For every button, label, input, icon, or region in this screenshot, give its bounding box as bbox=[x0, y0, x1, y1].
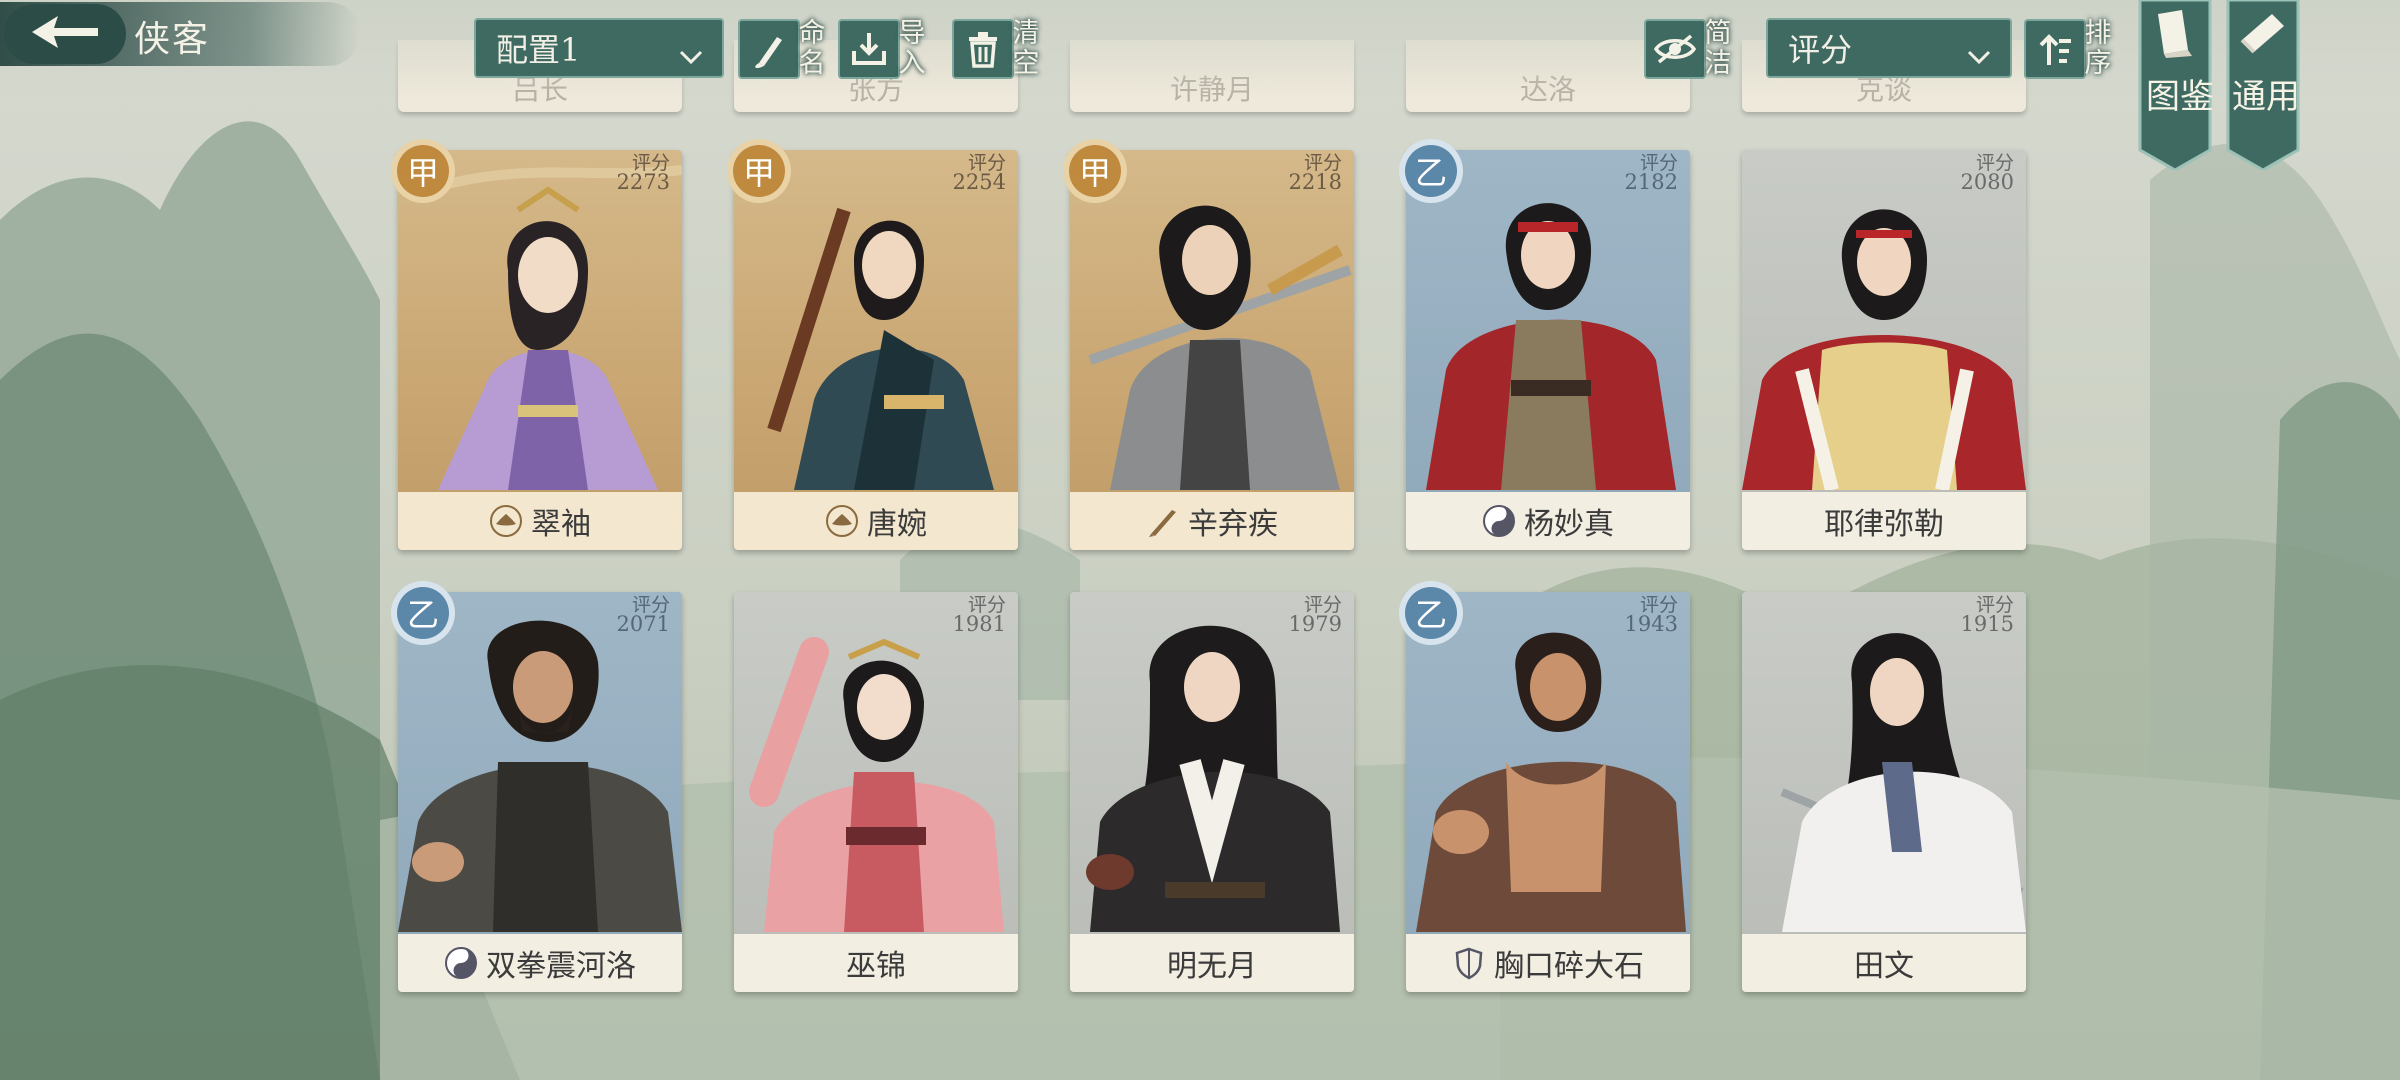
card-score: 评分 2254 bbox=[952, 152, 1006, 194]
brush-icon bbox=[738, 19, 800, 79]
character-card[interactable]: 巫锦 评分 1981 bbox=[734, 592, 1018, 992]
character-card[interactable]: 胸口碎大石 评分 1943 乙 bbox=[1399, 581, 1690, 992]
card-name-bar: 耶律弥勒 bbox=[1742, 492, 2026, 550]
card-name: 胸口碎大石 bbox=[1494, 949, 1644, 984]
card-name-bar: 辛弃疾 bbox=[1070, 492, 1354, 550]
taiji-icon bbox=[444, 946, 478, 980]
card-score: 评分 2182 bbox=[1624, 152, 1678, 194]
card-name-bar: 巫锦 bbox=[734, 934, 1018, 992]
card-score: 评分 1915 bbox=[1960, 594, 2014, 636]
page-title: 侠客 bbox=[134, 19, 211, 60]
card-score: 评分 1943 bbox=[1624, 594, 1678, 636]
character-card[interactable]: 唐婉 评分 2254 甲 bbox=[727, 139, 1018, 550]
simplify-toggle[interactable]: 简洁 bbox=[1644, 18, 1736, 80]
card-name-bar: 翠袖 bbox=[398, 492, 682, 550]
card-frame: 杨妙真 bbox=[1406, 150, 1690, 550]
card-name: 耶律弥勒 bbox=[1824, 507, 1944, 542]
clear-label: 清空 bbox=[1012, 18, 1040, 79]
card-score: 评分 2218 bbox=[1288, 152, 1342, 194]
rename-button[interactable]: 命名 bbox=[738, 18, 830, 80]
chevron-down-icon bbox=[678, 38, 704, 76]
card-frame: 胸口碎大石 bbox=[1406, 592, 1690, 992]
character-card[interactable]: 明无月 评分 1979 bbox=[1070, 592, 1354, 992]
card-score: 评分 1979 bbox=[1288, 594, 1342, 636]
sort-select[interactable]: 评分 bbox=[1766, 18, 2012, 78]
character-card[interactable]: 耶律弥勒 评分 2080 bbox=[1742, 150, 2026, 550]
card-frame: 双拳震河洛 bbox=[398, 592, 682, 992]
card-score: 评分 2080 bbox=[1960, 152, 2014, 194]
clear-button[interactable]: 清空 bbox=[952, 18, 1044, 80]
card-score: 评分 1981 bbox=[952, 594, 1006, 636]
tier-badge: 乙 bbox=[1396, 578, 1466, 648]
tier-badge: 乙 bbox=[388, 578, 458, 648]
rename-label: 命名 bbox=[798, 18, 826, 79]
character-card[interactable]: 双拳震河洛 评分 2071 乙 bbox=[391, 581, 682, 992]
sort-icon bbox=[2024, 19, 2086, 79]
config-select[interactable]: 配置1 bbox=[474, 18, 724, 78]
general-button[interactable]: 通用 bbox=[2226, 0, 2300, 170]
card-name: 辛弃疾 bbox=[1188, 507, 1278, 542]
card-name-bar: 杨妙真 bbox=[1406, 492, 1690, 550]
sort-label: 排序 bbox=[2084, 18, 2112, 79]
lotus-icon bbox=[489, 504, 523, 538]
card-name-bar: 明无月 bbox=[1070, 934, 1354, 992]
card-name-bar: 唐婉 bbox=[734, 492, 1018, 550]
card-frame: 翠袖 bbox=[398, 150, 682, 550]
simplify-label: 简洁 bbox=[1704, 18, 1732, 79]
lotus-icon bbox=[825, 504, 859, 538]
card-name: 翠袖 bbox=[531, 507, 591, 542]
card-frame: 耶律弥勒 bbox=[1742, 150, 2026, 550]
sort-order-button[interactable]: 排序 bbox=[2024, 18, 2116, 80]
character-card[interactable]: 翠袖 评分 2273 甲 bbox=[391, 139, 682, 550]
download-icon bbox=[838, 19, 900, 79]
tier-badge: 甲 bbox=[1060, 136, 1130, 206]
import-button[interactable]: 导入 bbox=[838, 18, 930, 80]
trash-icon bbox=[952, 19, 1014, 79]
tier-badge: 甲 bbox=[388, 136, 458, 206]
config-select-value: 配置1 bbox=[496, 31, 581, 69]
brush-icon bbox=[1146, 504, 1180, 538]
card-frame: 巫锦 bbox=[734, 592, 1018, 992]
card-score: 评分 2273 bbox=[616, 152, 670, 194]
arrow-left-icon bbox=[28, 12, 102, 56]
codex-label: 图鉴 bbox=[2146, 77, 2214, 117]
card-name: 明无月 bbox=[1167, 949, 1257, 984]
shield-icon bbox=[1452, 946, 1486, 980]
character-card[interactable]: 辛弃疾 评分 2218 甲 bbox=[1063, 139, 1354, 550]
back-button[interactable] bbox=[4, 4, 126, 64]
taiji-icon bbox=[1482, 504, 1516, 538]
card-frame: 田文 bbox=[1742, 592, 2026, 992]
import-label: 导入 bbox=[898, 18, 926, 79]
character-card[interactable]: 田文 评分 1915 bbox=[1742, 592, 2026, 992]
chevron-down-icon bbox=[1966, 38, 1992, 76]
eye-slash-icon bbox=[1644, 19, 1706, 79]
tier-badge: 甲 bbox=[724, 136, 794, 206]
card-name-bar: 胸口碎大石 bbox=[1406, 934, 1690, 992]
card-score: 评分 2071 bbox=[616, 594, 670, 636]
character-portrait bbox=[749, 637, 1004, 932]
card-name-bar: 田文 bbox=[1742, 934, 2026, 992]
card-name-bar: 双拳震河洛 bbox=[398, 934, 682, 992]
character-portrait bbox=[1742, 209, 2026, 490]
tier-badge: 乙 bbox=[1396, 136, 1466, 206]
card-name: 杨妙真 bbox=[1524, 507, 1614, 542]
card-name: 巫锦 bbox=[846, 949, 906, 984]
character-card[interactable]: 杨妙真 评分 2182 乙 bbox=[1399, 139, 1690, 550]
card-frame: 唐婉 bbox=[734, 150, 1018, 550]
top-bar: 侠客 配置1 命名 导入 清空 简洁 评分 排序 图鉴 通用 bbox=[0, 0, 2400, 170]
card-name: 唐婉 bbox=[867, 507, 927, 542]
card-frame: 明无月 bbox=[1070, 592, 1354, 992]
general-label: 通用 bbox=[2232, 77, 2300, 117]
sort-select-value: 评分 bbox=[1788, 31, 1853, 69]
codex-button[interactable]: 图鉴 bbox=[2138, 0, 2214, 170]
card-name: 田文 bbox=[1854, 949, 1914, 984]
card-frame: 辛弃疾 bbox=[1070, 150, 1354, 550]
card-name: 双拳震河洛 bbox=[486, 949, 636, 984]
character-portrait bbox=[1086, 625, 1340, 932]
character-portrait bbox=[1780, 633, 2026, 932]
